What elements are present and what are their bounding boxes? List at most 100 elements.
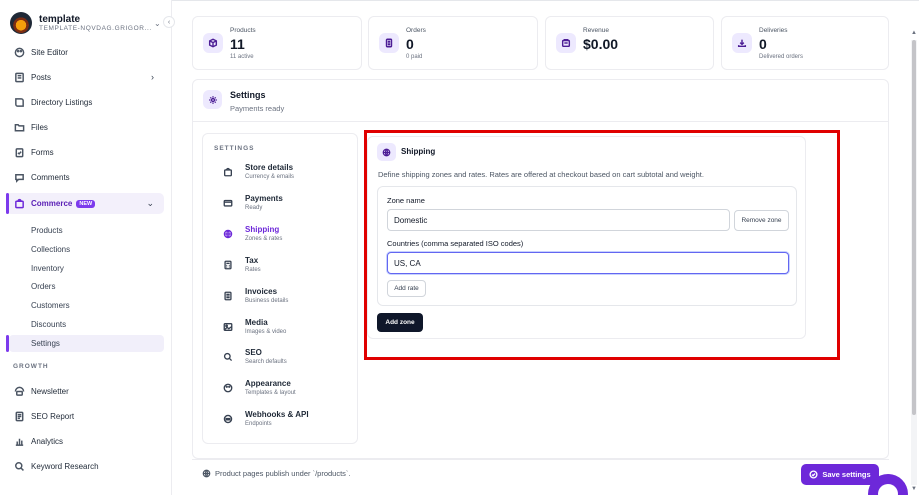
tab-name: Webhooks & API	[245, 410, 309, 419]
chevron-updown-icon: ⌄	[154, 18, 161, 28]
tab-description: Images & video	[245, 329, 287, 335]
sidebar-item-site-editor[interactable]: Site Editor	[6, 42, 164, 62]
sidebar-item-label: Site Editor	[31, 47, 68, 57]
tab-name: Tax	[245, 256, 259, 265]
sidebar-subitem-collections[interactable]: Collections	[31, 241, 163, 258]
scroll-up-arrow[interactable]: ▲	[911, 30, 917, 36]
sidebar-item-directory-listings[interactable]: Directory Listings	[6, 92, 164, 112]
page-subtitle: Payments ready	[230, 104, 285, 113]
zone-name-label: Zone name	[387, 196, 425, 205]
sidebar-item-label: Comments	[31, 172, 70, 182]
tab-media[interactable]: Media Images & video	[218, 318, 348, 344]
sidebar-item-posts[interactable]: Posts ›	[6, 67, 164, 87]
remove-zone-button[interactable]: Remove zone	[734, 210, 789, 231]
search-icon	[223, 352, 233, 362]
tab-shipping[interactable]: Shipping Zones & rates	[218, 225, 348, 251]
scrollbar-thumb[interactable]	[912, 40, 916, 415]
stat-card-orders: Orders 0 0 paid	[368, 16, 538, 70]
stat-subtext: Delivered orders	[759, 54, 804, 60]
tab-name: Appearance	[245, 379, 291, 388]
tab-description: Ready	[245, 205, 263, 211]
analytics-icon	[14, 436, 25, 447]
new-badge: NEW	[76, 199, 96, 208]
tab-store-details[interactable]: Store details Currency & emails	[218, 163, 348, 189]
sidebar-item-label: Keyword Research	[31, 461, 99, 471]
stat-value: 0	[406, 36, 414, 52]
tab-seo[interactable]: SEO Search defaults	[218, 348, 348, 374]
settings-section-label: SETTINGS	[214, 145, 255, 152]
clipboard-icon	[14, 147, 25, 158]
card-icon	[223, 198, 233, 208]
save-settings-label: Save settings	[822, 470, 871, 479]
active-indicator	[6, 193, 9, 214]
sidebar-subitem-inventory[interactable]: Inventory	[31, 260, 163, 277]
sidebar-item-label: Posts	[31, 72, 52, 82]
shipping-description: Define shipping zones and rates. Rates a…	[378, 170, 704, 179]
tab-name: SEO	[245, 348, 262, 357]
stat-card-deliveries: Deliveries 0 Delivered orders	[721, 16, 889, 70]
stat-card-products: Products 11 11 active	[192, 16, 362, 70]
stat-label: Orders	[406, 27, 426, 34]
sidebar-item-commerce[interactable]: Commerce NEW ⌄	[6, 193, 164, 214]
sidebar-subitem-customers[interactable]: Customers	[31, 297, 163, 314]
tab-name: Media	[245, 318, 268, 327]
globe-icon	[202, 469, 211, 478]
footer-note-text: Product pages publish under `/products`.	[215, 469, 351, 478]
palette-icon	[223, 383, 233, 393]
sidebar-item-label: Commerce	[31, 199, 73, 208]
stat-value: 0	[759, 36, 767, 52]
countries-input[interactable]	[387, 252, 789, 274]
globe-icon	[223, 229, 233, 239]
sidebar-item-forms[interactable]: Forms	[6, 142, 164, 162]
stat-label: Revenue	[583, 27, 610, 34]
tab-payments[interactable]: Payments Ready	[218, 194, 348, 220]
wallet-icon	[556, 33, 576, 53]
divider	[192, 121, 889, 122]
search-icon	[14, 461, 25, 472]
tab-name: Payments	[245, 194, 283, 203]
sidebar-item-label: Forms	[31, 147, 54, 157]
sidebar-item-comments[interactable]: Comments	[6, 167, 164, 187]
tab-appearance[interactable]: Appearance Templates & layout	[218, 379, 348, 405]
report-icon	[14, 411, 25, 422]
tab-description: Endpoints	[245, 421, 272, 427]
tab-description: Currency & emails	[245, 174, 295, 180]
comment-icon	[14, 172, 25, 183]
sidebar-subitem-settings[interactable]: Settings	[9, 335, 164, 352]
sidebar-item-seo-report[interactable]: SEO Report	[6, 406, 164, 426]
save-settings-button[interactable]: Save settings	[801, 464, 879, 485]
globe-icon	[377, 143, 396, 161]
add-zone-button[interactable]: Add zone	[377, 313, 423, 332]
add-rate-button[interactable]: Add rate	[387, 280, 426, 297]
tab-description: Rates	[245, 267, 261, 273]
sidebar-subitem-products[interactable]: Products	[31, 222, 163, 239]
scroll-down-arrow[interactable]: ▼	[911, 486, 917, 492]
site-switcher[interactable]: template TEMPLATE-NQVDAG.GRIGOR... ⌄	[10, 8, 162, 38]
collapse-sidebar-button[interactable]: ‹	[163, 16, 175, 28]
chevron-down-icon: ⌄	[146, 198, 154, 208]
stat-label: Products	[230, 27, 256, 34]
sidebar-item-files[interactable]: Files	[6, 117, 164, 137]
tab-description: Business details	[245, 298, 289, 304]
tab-tax[interactable]: Tax Rates	[218, 256, 348, 282]
tab-webhooks-api[interactable]: Webhooks & API Endpoints	[218, 410, 348, 436]
check-circle-icon	[809, 470, 818, 479]
download-icon	[732, 33, 752, 53]
zone-name-input[interactable]	[387, 209, 730, 231]
growth-section-label: GROWTH	[13, 363, 49, 370]
sidebar-item-keyword-research[interactable]: Keyword Research	[6, 456, 164, 476]
webhook-icon	[223, 414, 233, 424]
newsletter-icon	[14, 386, 25, 397]
folder-icon	[14, 122, 25, 133]
shopping-bag-icon	[14, 198, 25, 209]
tab-invoices[interactable]: Invoices Business details	[218, 287, 348, 313]
site-logo	[10, 12, 32, 34]
sidebar-item-newsletter[interactable]: Newsletter	[6, 381, 164, 401]
sidebar-subitem-discounts[interactable]: Discounts	[31, 316, 163, 333]
box-icon	[203, 33, 223, 53]
sidebar-subitem-orders[interactable]: Orders	[31, 278, 163, 295]
palette-icon	[14, 47, 25, 58]
gear-icon	[203, 90, 222, 109]
sidebar-item-analytics[interactable]: Analytics	[6, 431, 164, 451]
calculator-icon	[223, 260, 233, 270]
